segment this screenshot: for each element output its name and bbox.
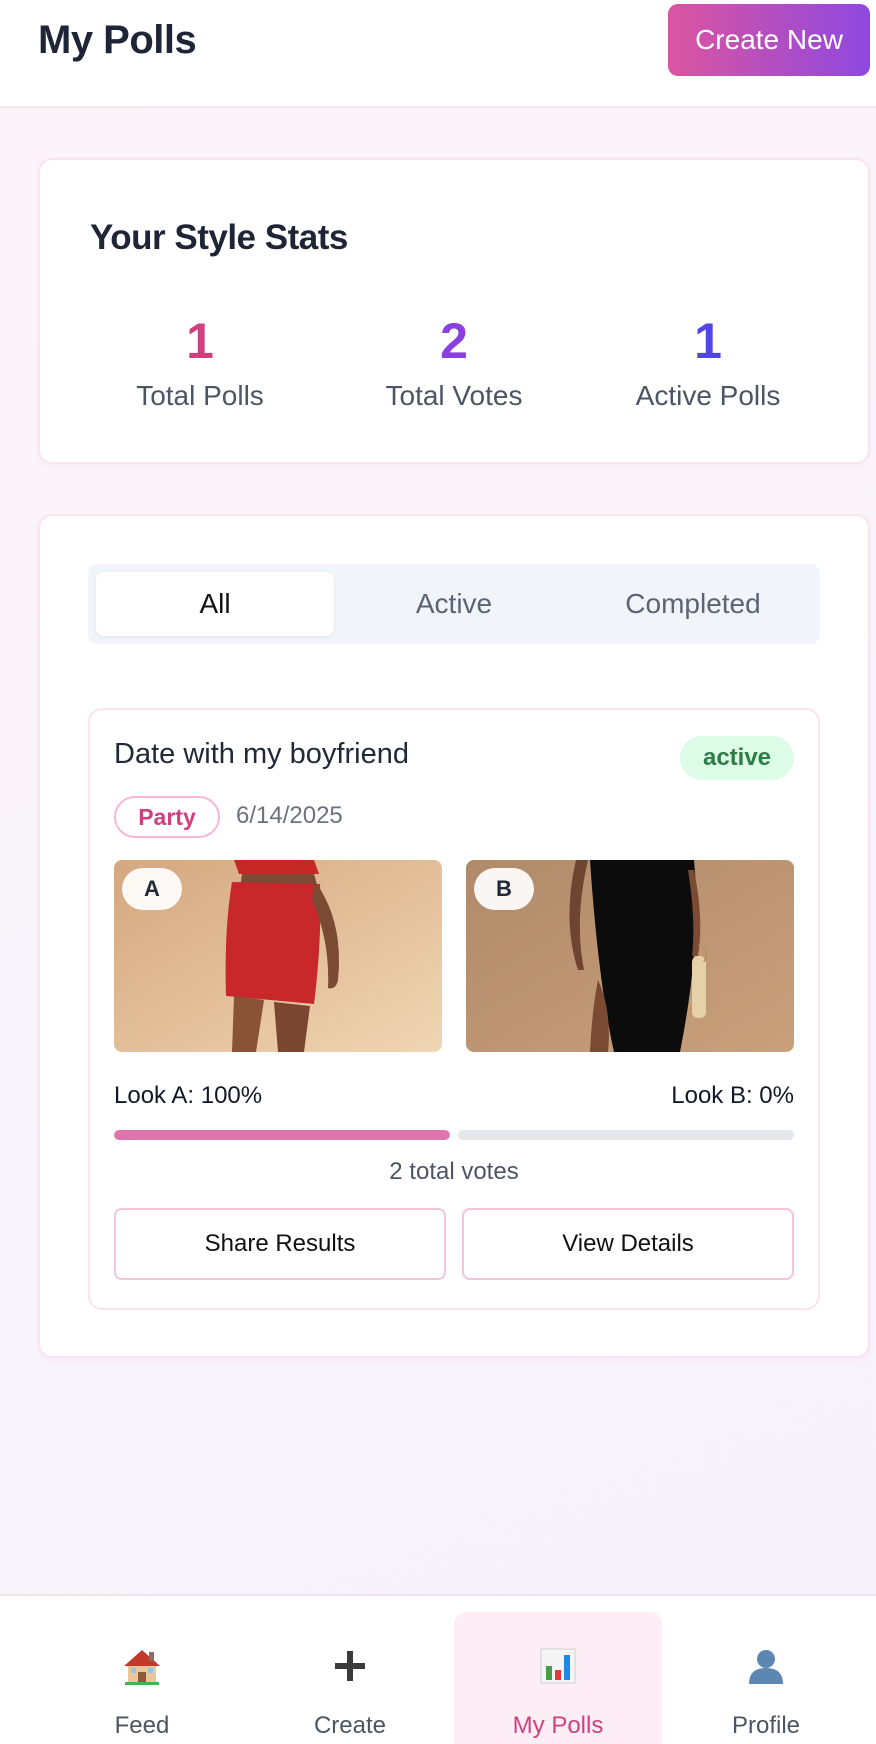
house-icon (38, 1646, 246, 1686)
plus-icon (246, 1646, 454, 1686)
nav-create[interactable]: Create (246, 1612, 454, 1744)
view-details-button[interactable]: View Details (462, 1208, 794, 1280)
nav-label: Feed (114, 1712, 170, 1739)
tab-all[interactable]: All (96, 572, 334, 636)
look-a-image[interactable]: A (114, 860, 442, 1052)
total-votes: 2 total votes (389, 1158, 519, 1185)
poll-card[interactable]: Date with my boyfriend active Party 6/14… (88, 708, 820, 1310)
look-b-image[interactable]: B (466, 860, 794, 1052)
status-badge: active (680, 736, 794, 780)
bar-chart-icon (454, 1646, 662, 1686)
stat-total-polls: 1 Total Polls (80, 316, 320, 412)
share-results-button[interactable]: Share Results (114, 1208, 446, 1280)
stat-label: Total Votes (385, 380, 523, 411)
stat-label: Active Polls (635, 380, 781, 411)
nav-feed[interactable]: Feed (38, 1612, 246, 1744)
look-a-percent: Look A: 100% (114, 1082, 263, 1109)
look-b-progress-bar (458, 1130, 794, 1140)
stat-label: Total Polls (136, 380, 264, 411)
poll-date: 6/14/2025 (236, 802, 343, 829)
app-header: My Polls Create New (0, 0, 876, 108)
nav-label: Create (313, 1712, 387, 1739)
tab-completed[interactable]: Completed (574, 572, 812, 636)
tab-active[interactable]: Active (335, 572, 573, 636)
poll-filter-tabs: All Active Completed (88, 564, 820, 644)
user-silhouette-icon (662, 1646, 870, 1686)
stat-active-polls: 1 Active Polls (588, 316, 828, 412)
poll-title: Date with my boyfriend (114, 738, 409, 770)
polls-list-card: All Active Completed Date with my boyfri… (38, 514, 870, 1358)
look-b-percent: Look B: 0% (671, 1082, 794, 1109)
stat-value: 1 (694, 313, 722, 369)
nav-my-polls[interactable]: My Polls (454, 1612, 662, 1744)
category-badge: Party (114, 796, 220, 838)
stat-value: 1 (186, 313, 214, 369)
stat-total-votes: 2 Total Votes (334, 316, 574, 412)
look-b-tag: B (474, 868, 534, 910)
nav-profile[interactable]: Profile (662, 1612, 870, 1744)
look-a-tag: A (122, 868, 182, 910)
stats-title: Your Style Stats (90, 218, 348, 257)
nav-label: My Polls (512, 1712, 604, 1739)
create-new-button[interactable]: Create New (668, 4, 870, 76)
nav-label: Profile (731, 1712, 801, 1739)
look-a-progress-bar (114, 1130, 450, 1140)
page-title: My Polls (38, 18, 197, 62)
bottom-nav: Feed Create My Polls Profile (0, 1594, 876, 1744)
stat-value: 2 (440, 313, 468, 369)
look-a-progress-fill (114, 1130, 450, 1140)
style-stats-card: Your Style Stats 1 Total Polls 2 Total V… (38, 158, 870, 464)
